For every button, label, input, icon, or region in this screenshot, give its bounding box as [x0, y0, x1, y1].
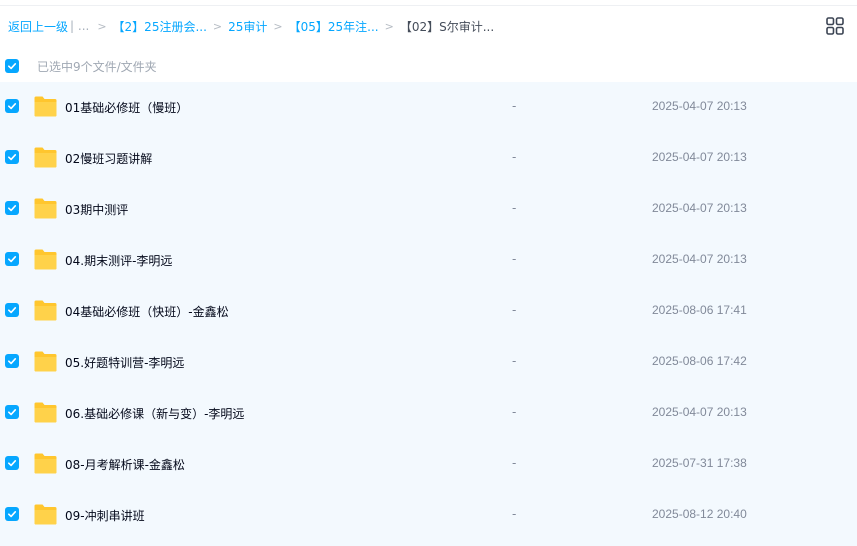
breadcrumb-back-link[interactable]: 返回上一级 — [8, 18, 68, 35]
checkmark-icon — [8, 256, 17, 263]
breadcrumb: 返回上一级 | ... > 【2】25注册会... > 25审计 > 【05】2… — [0, 6, 857, 46]
row-checkbox[interactable] — [5, 456, 19, 470]
file-date: 2025-04-07 20:13 — [652, 150, 747, 164]
folder-icon — [34, 351, 57, 372]
breadcrumb-separator: > — [97, 19, 107, 33]
file-date: 2025-04-07 20:13 — [652, 252, 747, 266]
file-row[interactable]: 09-冲刺串讲班 - 2025-08-12 20:40 — [0, 490, 857, 541]
checkmark-icon — [8, 409, 17, 416]
row-checkbox[interactable] — [5, 252, 19, 266]
row-checkbox[interactable] — [5, 150, 19, 164]
file-row[interactable]: 08-月考解析课-金鑫松 - 2025-07-31 17:38 — [0, 439, 857, 490]
row-checkbox[interactable] — [5, 303, 19, 317]
file-size: - — [512, 456, 517, 470]
file-name[interactable]: 03期中测评 — [65, 201, 128, 218]
folder-icon — [34, 402, 57, 423]
checkmark-icon — [8, 103, 17, 110]
breadcrumb-item[interactable]: 25审计 — [228, 18, 267, 35]
folder-icon — [34, 198, 57, 219]
checkmark-icon — [8, 358, 17, 365]
file-size: - — [512, 303, 517, 317]
file-name[interactable]: 04基础必修班（快班）-金鑫松 — [65, 303, 229, 320]
file-name[interactable]: 02慢班习题讲解 — [65, 150, 152, 167]
file-date: 2025-08-06 17:42 — [652, 354, 747, 368]
file-list: 01基础必修班（慢班） - 2025-04-07 20:13 02慢班习题讲解 … — [0, 82, 857, 546]
file-size: - — [512, 99, 517, 113]
file-name[interactable]: 09-冲刺串讲班 — [65, 507, 145, 524]
file-row[interactable]: 04.期末测评-李明远 - 2025-04-07 20:13 — [0, 235, 857, 286]
file-date: 2025-04-07 20:13 — [652, 99, 747, 113]
file-date: 2025-08-12 20:40 — [652, 507, 747, 521]
file-date: 2025-07-31 17:38 — [652, 456, 747, 470]
file-name[interactable]: 05.好题特训营-李明远 — [65, 354, 184, 371]
file-name[interactable]: 01基础必修班（慢班） — [65, 99, 188, 116]
folder-icon — [34, 453, 57, 474]
file-size: - — [512, 252, 517, 266]
file-date: 2025-04-07 20:13 — [652, 405, 747, 419]
file-size: - — [512, 150, 517, 164]
file-date: 2025-04-07 20:13 — [652, 201, 747, 215]
breadcrumb-separator: > — [212, 19, 223, 33]
file-size: - — [512, 354, 517, 368]
folder-icon — [34, 249, 57, 270]
file-name[interactable]: 08-月考解析课-金鑫松 — [65, 456, 185, 473]
breadcrumb-item[interactable]: 【2】25注册会... — [113, 18, 207, 35]
file-name[interactable]: 04.期末测评-李明远 — [65, 252, 172, 269]
file-row[interactable]: 04基础必修班（快班）-金鑫松 - 2025-08-06 17:41 — [0, 286, 857, 337]
file-row[interactable]: 03期中测评 - 2025-04-07 20:13 — [0, 184, 857, 235]
row-checkbox[interactable] — [5, 405, 19, 419]
row-checkbox[interactable] — [5, 354, 19, 368]
file-row[interactable]: 06.基础必修课（新与变）-李明远 - 2025-04-07 20:13 — [0, 388, 857, 439]
file-size: - — [512, 507, 517, 521]
checkmark-icon — [8, 154, 17, 161]
selection-bar: 已选中9个文件/文件夹 — [0, 52, 857, 80]
checkmark-icon — [8, 460, 17, 467]
folder-icon — [34, 96, 57, 117]
breadcrumb-separator: > — [384, 19, 394, 33]
checkmark-icon — [8, 511, 17, 518]
folder-icon — [34, 300, 57, 321]
checkmark-icon — [8, 63, 17, 70]
file-row[interactable]: 02慢班习题讲解 - 2025-04-07 20:13 — [0, 133, 857, 184]
file-name[interactable]: 06.基础必修课（新与变）-李明远 — [65, 405, 244, 422]
row-checkbox[interactable] — [5, 201, 19, 215]
file-date: 2025-08-06 17:41 — [652, 303, 747, 317]
selection-count: 已选中9个文件/文件夹 — [37, 60, 157, 74]
breadcrumb-item[interactable]: 【05】25年注... — [289, 18, 379, 35]
checkmark-icon — [8, 307, 17, 314]
breadcrumb-current: 【02】S尔审计... — [399, 19, 495, 34]
breadcrumb-divider: | ... — [70, 19, 90, 33]
checkmark-icon — [8, 205, 17, 212]
grid-view-icon[interactable] — [825, 16, 845, 36]
select-all-checkbox[interactable] — [5, 59, 19, 73]
row-checkbox[interactable] — [5, 507, 19, 521]
file-size: - — [512, 201, 517, 215]
folder-icon — [34, 504, 57, 525]
folder-icon — [34, 147, 57, 168]
file-row[interactable]: 01基础必修班（慢班） - 2025-04-07 20:13 — [0, 82, 857, 133]
breadcrumb-separator: > — [273, 19, 283, 33]
row-checkbox[interactable] — [5, 99, 19, 113]
file-size: - — [512, 405, 517, 419]
file-row[interactable]: 05.好题特训营-李明远 - 2025-08-06 17:42 — [0, 337, 857, 388]
